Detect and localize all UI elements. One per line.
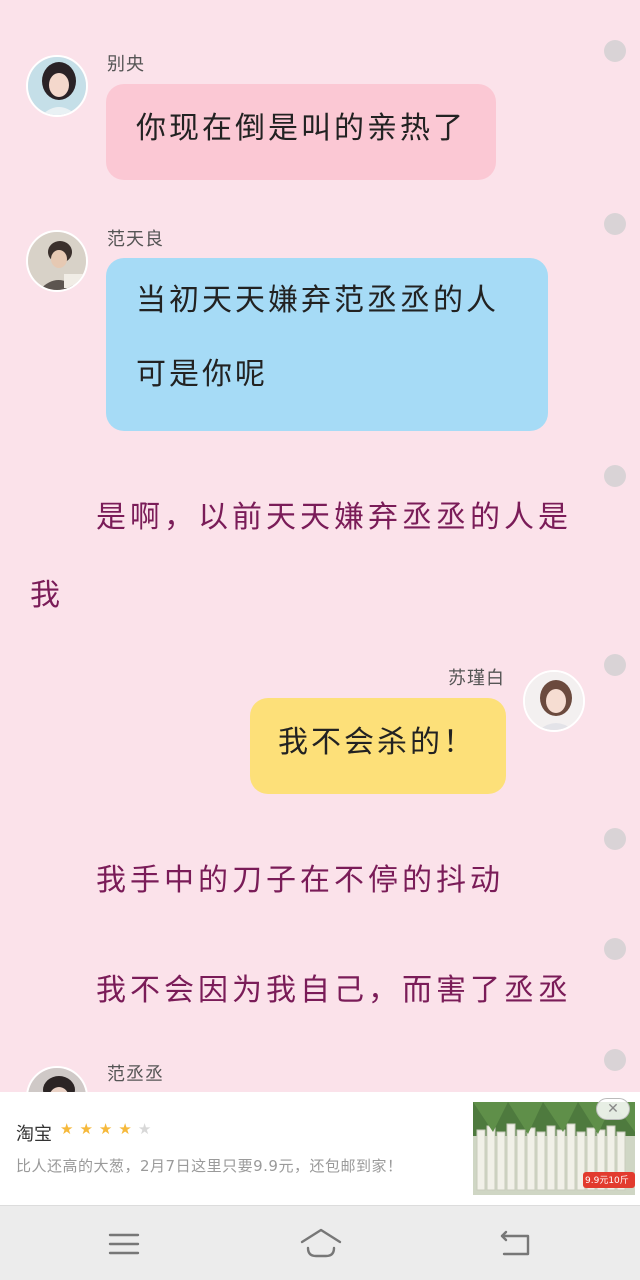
star-rating: ★★★★★: [60, 1120, 157, 1138]
ad-title: 淘宝: [16, 1124, 52, 1145]
ad-image-badge: 9.9元10斤: [585, 1176, 629, 1186]
ad-description: 比人还高的大葱，2月7日这里只要9.9元，还包邮到家！: [16, 1157, 403, 1175]
speaker-name: 苏瑾白: [448, 668, 505, 689]
close-icon[interactable]: ✕: [596, 1098, 630, 1120]
narration-line: 我手中的刀子在不停的抖动: [96, 863, 504, 898]
back-icon[interactable]: [498, 1228, 534, 1258]
scroll-marker-2[interactable]: [604, 213, 626, 235]
scroll-marker-1[interactable]: [604, 40, 626, 62]
message-bubble: 当初天天嫌弃范丞丞的人 可是你呢: [106, 258, 548, 431]
narration-line: 我不会因为我自己，而害了丞丞: [96, 973, 572, 1008]
star-icon: ★: [79, 1120, 99, 1138]
message-bubble: 我不会杀的！: [250, 698, 506, 794]
menu-icon[interactable]: [106, 1230, 142, 1258]
speaker-name: 范丞丞: [107, 1064, 164, 1085]
scroll-marker-6[interactable]: [604, 938, 626, 960]
star-icon: ★: [98, 1120, 119, 1138]
scroll-marker-4[interactable]: [604, 654, 626, 676]
scroll-marker-7[interactable]: [604, 1049, 626, 1071]
star-icon: ★: [137, 1120, 158, 1138]
speaker-name: 范天良: [107, 229, 164, 250]
scroll-marker-3[interactable]: [604, 465, 626, 487]
message-bubble: 你现在倒是叫的亲热了: [106, 84, 496, 180]
message-text: 我不会杀的！: [278, 725, 476, 760]
narration-line: 我: [30, 578, 64, 613]
star-icon: ★: [60, 1120, 80, 1138]
message-text: 你现在倒是叫的亲热了: [136, 111, 466, 146]
speaker-name: 别央: [107, 54, 145, 75]
scroll-marker-5[interactable]: [604, 828, 626, 850]
system-nav-bar: [0, 1205, 640, 1280]
message-text: 可是你呢: [136, 357, 268, 392]
home-icon[interactable]: [298, 1226, 344, 1260]
avatar-fantianliang[interactable]: [26, 230, 88, 292]
star-icon: ★: [118, 1120, 138, 1138]
avatar-sujinbai[interactable]: [523, 670, 585, 732]
ad-banner[interactable]: 淘宝 ★★★★★ 比人还高的大葱，2月7日这里只要9.9元，还包邮到家！ 9.9…: [0, 1092, 640, 1205]
message-text: 当初天天嫌弃范丞丞的人: [136, 283, 499, 318]
avatar-bieyang[interactable]: [26, 55, 88, 117]
narration-line: 是啊，以前天天嫌弃丞丞的人是: [96, 500, 572, 535]
